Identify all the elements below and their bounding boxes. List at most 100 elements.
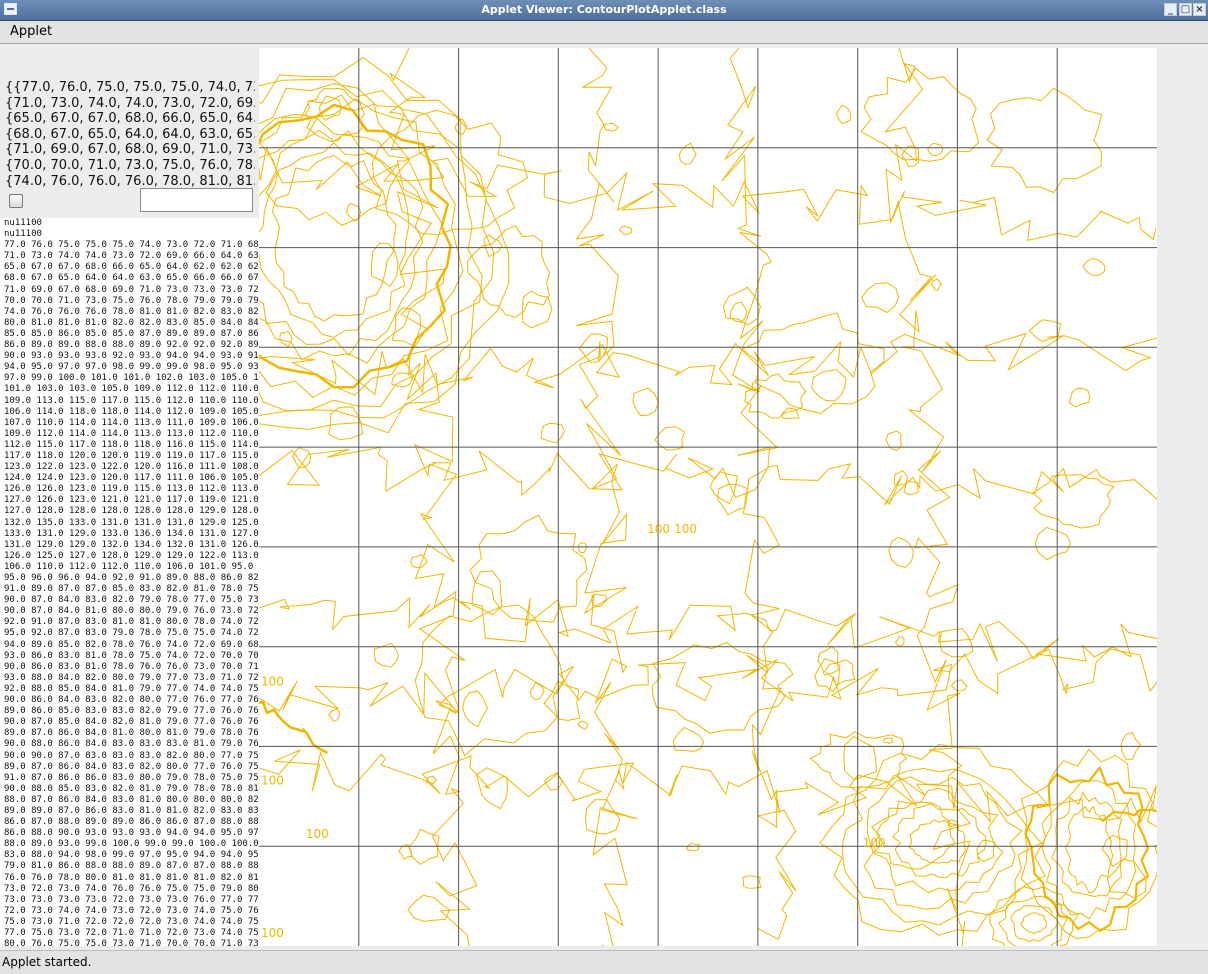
- output-line: 85.0 85.0 86.0 85.0 85.0 87.0 89.0 89.0 …: [4, 328, 259, 339]
- contour-line: [986, 87, 1103, 194]
- contour-line: [722, 286, 761, 326]
- output-line: 83.0 88.0 94.0 98.0 99.0 97.0 95.0 94.0 …: [4, 850, 259, 861]
- contour-line: [371, 109, 529, 236]
- contour-line: [543, 680, 581, 721]
- value-text-field[interactable]: [140, 188, 253, 212]
- output-line: 90.0 88.0 86.0 84.0 83.0 83.0 83.0 81.0 …: [4, 739, 259, 750]
- output-line: 79.0 81.0 86.0 88.0 88.0 89.0 87.0 87.0 …: [4, 861, 259, 872]
- array-line: {65.0, 67.0, 67.0, 68.0, 66.0, 65.0, 64.…: [5, 111, 255, 127]
- window-titlebar[interactable]: Applet Viewer: ContourPlotApplet.class _…: [0, 0, 1208, 21]
- output-line: 90.0 88.0 85.0 83.0 82.0 81.0 79.0 78.0 …: [4, 783, 259, 794]
- contour-line: [259, 142, 410, 338]
- contour-line: [271, 154, 397, 322]
- output-line: 80.0 76.0 75.0 75.0 73.0 71.0 70.0 70.0 …: [4, 939, 259, 946]
- output-line: 75.0 73.0 71.0 72.0 72.0 72.0 73.0 74.0 …: [4, 916, 259, 927]
- contour-line: [1034, 526, 1072, 561]
- output-line: 71.0 69.0 67.0 68.0 69.0 71.0 73.0 73.0 …: [4, 284, 259, 295]
- output-line: 89.0 89.0 87.0 86.0 83.0 81.0 81.0 82.0 …: [4, 805, 259, 816]
- contour-line: [410, 553, 429, 569]
- array-line: {70.0, 70.0, 71.0, 73.0, 75.0, 76.0, 78.…: [5, 157, 255, 173]
- menu-applet[interactable]: Applet: [10, 24, 52, 39]
- contour-line: [462, 690, 489, 728]
- contour-line: [1082, 257, 1106, 276]
- output-line: 112.0 115.0 117.0 118.0 118.0 116.0 115.…: [4, 439, 259, 450]
- contour-label: 100: [261, 926, 284, 940]
- contour-line: [259, 145, 1157, 242]
- contour-line: [888, 536, 915, 569]
- contour-line: [814, 658, 841, 693]
- output-line: 97.0 99.0 100.0 101.0 101.0 102.0 103.0 …: [4, 373, 259, 384]
- contour-line: [950, 679, 968, 692]
- array-line: {71.0, 73.0, 74.0, 74.0, 73.0, 72.0, 69.…: [5, 95, 255, 111]
- output-line: 89.0 87.0 86.0 84.0 81.0 80.0 81.0 79.0 …: [4, 728, 259, 739]
- contour-line: [883, 737, 894, 744]
- output-line: 65.0 67.0 67.0 68.0 66.0 65.0 64.0 62.0 …: [4, 262, 259, 273]
- contour-line: [1068, 387, 1091, 408]
- contour-line: [1028, 319, 1062, 343]
- output-line: 89.0 86.0 85.0 83.0 83.0 82.0 79.0 77.0 …: [4, 706, 259, 717]
- output-line: 101.0 103.0 103.0 105.0 109.0 112.0 112.…: [4, 384, 259, 395]
- minimize-button[interactable]: _: [1164, 3, 1177, 16]
- contour-line: [632, 387, 660, 417]
- contour-label: 100: [261, 675, 284, 689]
- contour-line: [259, 596, 1157, 662]
- contour-line: [407, 894, 451, 922]
- contour-line: [414, 604, 564, 757]
- contour-label: 100: [647, 522, 670, 536]
- contour-line: [259, 332, 1157, 396]
- option-checkbox[interactable]: [9, 194, 23, 208]
- output-line: 90.0 90.0 87.0 83.0 83.0 83.0 82.0 80.0 …: [4, 750, 259, 761]
- contour-line: [870, 800, 957, 870]
- output-line: 77.0 76.0 75.0 75.0 75.0 74.0 73.0 72.0 …: [4, 240, 259, 251]
- contour-line: [577, 720, 589, 730]
- output-line: 127.0 126.0 123.0 121.0 121.0 117.0 119.…: [4, 495, 259, 506]
- output-line: 132.0 135.0 133.0 131.0 131.0 131.0 129.…: [4, 517, 259, 528]
- output-line: 77.0 75.0 73.0 72.0 71.0 71.0 72.0 73.0 …: [4, 928, 259, 938]
- menu-bar: Applet: [0, 21, 1208, 44]
- output-line: 117.0 118.0 120.0 120.0 119.0 119.0 117.…: [4, 450, 259, 461]
- left-panel: {{77.0, 76.0, 75.0, 75.0, 75.0, 74.0, 73…: [0, 44, 259, 946]
- array-line: {74.0, 76.0, 76.0, 76.0, 78.0, 81.0, 81.…: [5, 173, 255, 189]
- contour-line: [259, 56, 510, 434]
- output-line: 92.0 88.0 85.0 84.0 81.0 79.0 77.0 74.0 …: [4, 683, 259, 694]
- output-line: 131.0 129.0 129.0 132.0 134.0 132.0 131.…: [4, 539, 259, 550]
- right-margin: [1157, 44, 1208, 946]
- output-line: 106.0 114.0 118.0 118.0 114.0 112.0 109.…: [4, 406, 259, 417]
- contour-line: [927, 142, 944, 157]
- output-line: 90.0 87.0 84.0 81.0 80.0 80.0 79.0 76.0 …: [4, 606, 259, 617]
- maximize-button[interactable]: □: [1179, 3, 1192, 16]
- output-line: 91.0 87.0 86.0 86.0 83.0 80.0 79.0 78.0 …: [4, 772, 259, 783]
- contour-line: [398, 844, 413, 861]
- contour-line: [259, 749, 1157, 824]
- contour-line: [1101, 834, 1128, 867]
- contour-line: [619, 225, 633, 235]
- output-line: 126.0 126.0 123.0 119.0 115.0 113.0 112.…: [4, 484, 259, 495]
- output-line: 89.0 87.0 86.0 84.0 83.0 82.0 80.0 77.0 …: [4, 761, 259, 772]
- contour-line: [651, 641, 794, 734]
- output-line: 90.0 86.0 84.0 83.0 82.0 80.0 77.0 76.0 …: [4, 695, 259, 706]
- array-line: {71.0, 69.0, 67.0, 68.0, 69.0, 71.0, 73.…: [5, 142, 255, 158]
- output-line: 95.0 92.0 87.0 83.0 79.0 78.0 75.0 75.0 …: [4, 628, 259, 639]
- output-line: 95.0 96.0 96.0 94.0 92.0 91.0 89.0 88.0 …: [4, 573, 259, 583]
- output-line: 123.0 122.0 123.0 122.0 120.0 116.0 111.…: [4, 462, 259, 473]
- output-line: 86.0 89.0 89.0 88.0 88.0 89.0 92.0 92.0 …: [4, 340, 259, 351]
- output-line: 90.0 86.0 83.0 81.0 78.0 76.0 76.0 73.0 …: [4, 661, 259, 672]
- output-line: 71.0 73.0 74.0 74.0 73.0 72.0 69.0 66.0 …: [4, 251, 259, 262]
- output-text-area[interactable]: nu11100 nu11100 77.0 76.0 75.0 75.0 75.0 7…: [0, 218, 259, 946]
- contour-line: [475, 767, 508, 810]
- close-button[interactable]: ×: [1193, 3, 1206, 16]
- output-line: nu11100: [4, 229, 42, 240]
- contour-line: [817, 646, 839, 676]
- contour-line: [819, 743, 1052, 936]
- contour-line: [1010, 905, 1059, 942]
- contour-plot: 100 100 100 100 100 100 100: [259, 48, 1157, 946]
- contour-label: 100: [863, 836, 886, 850]
- contour-line: [930, 278, 942, 291]
- contour-line: [654, 426, 685, 451]
- contour-line: [891, 803, 987, 879]
- contour-line: [861, 282, 900, 314]
- status-text: Applet started.: [2, 955, 92, 969]
- contour-line: [259, 648, 1157, 717]
- output-line: 88.0 89.0 93.0 99.0 100.0 99.0 99.0 100.…: [4, 839, 259, 850]
- array-line: {{77.0, 76.0, 75.0, 75.0, 75.0, 74.0, 73…: [5, 80, 255, 95]
